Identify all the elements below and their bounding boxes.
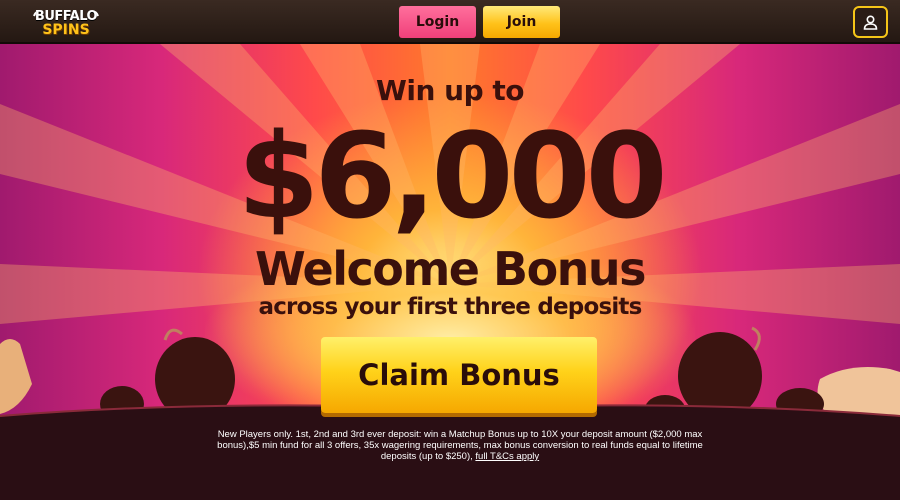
logo-line1: BUFFALO <box>34 9 98 24</box>
claim-bonus-button[interactable]: Claim Bonus <box>321 337 597 413</box>
terms-link[interactable]: full T&Cs apply <box>475 451 539 462</box>
buffalo-spins-logo[interactable]: BUFFALO SPINS <box>30 7 102 39</box>
terms-text: New Players only. 1st, 2nd and 3rd ever … <box>200 429 720 462</box>
terms-body: New Players only. 1st, 2nd and 3rd ever … <box>217 429 703 462</box>
hero-banner: Win up to $6,000 Welcome Bonus across yo… <box>0 44 900 500</box>
logo-line2: SPINS <box>42 22 90 38</box>
login-button[interactable]: Login <box>399 6 476 38</box>
welcome-bonus-title: Welcome Bonus <box>254 242 647 296</box>
account-button[interactable] <box>853 6 888 38</box>
deposits-subline: across your first three deposits <box>258 294 642 320</box>
headline-win-up-to: Win up to <box>375 74 525 107</box>
user-icon <box>863 15 878 30</box>
join-button[interactable]: Join <box>483 6 560 38</box>
bonus-amount: $6,000 <box>237 107 667 245</box>
top-bar: BUFFALO SPINS Login Join <box>0 0 900 44</box>
